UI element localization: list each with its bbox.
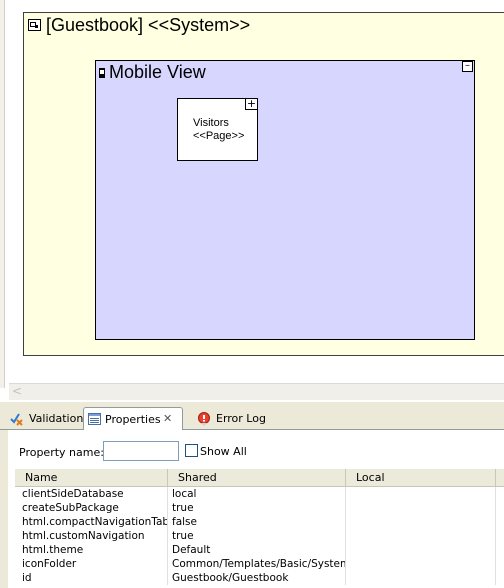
tab-properties[interactable]: Properties ✕ bbox=[83, 407, 183, 430]
property-local-cell[interactable] bbox=[346, 557, 496, 571]
property-local-cell[interactable] bbox=[346, 543, 496, 557]
column-header-shared[interactable]: Shared bbox=[168, 469, 346, 486]
property-local-cell[interactable] bbox=[346, 501, 496, 515]
column-header-name[interactable]: Name bbox=[15, 469, 168, 486]
properties-icon bbox=[88, 413, 101, 425]
property-shared-cell[interactable]: Default bbox=[168, 543, 346, 557]
property-name-cell: clientSideDatabase bbox=[15, 487, 168, 501]
mobile-device-icon bbox=[99, 68, 105, 78]
show-all-label: Show All bbox=[200, 445, 247, 458]
scroll-left-arrow-icon[interactable]: < bbox=[9, 384, 25, 400]
property-local-cell[interactable] bbox=[346, 487, 496, 501]
property-shared-cell[interactable]: true bbox=[168, 529, 346, 543]
property-name-cell: iconFolder bbox=[15, 557, 168, 571]
tab-validation[interactable]: Validation bbox=[8, 408, 84, 429]
error-log-icon bbox=[197, 412, 210, 426]
column-header-local[interactable]: Local bbox=[346, 469, 496, 486]
system-icon bbox=[28, 19, 41, 31]
table-row[interactable]: html.customNavigation true bbox=[15, 529, 504, 543]
tab-error-log-label: Error Log bbox=[216, 412, 266, 425]
property-shared-cell[interactable]: Common/Templates/Basic/System bbox=[168, 557, 346, 571]
show-all-checkbox[interactable] bbox=[185, 444, 198, 457]
tab-validation-label: Validation bbox=[29, 412, 84, 425]
property-name-cell: html.compactNavigationTabs bbox=[15, 515, 168, 529]
property-name-input[interactable] bbox=[103, 441, 179, 461]
row-filler bbox=[496, 529, 504, 543]
row-filler bbox=[496, 571, 504, 585]
table-row[interactable]: html.theme Default bbox=[15, 543, 504, 557]
row-filler bbox=[496, 515, 504, 529]
row-filler bbox=[496, 487, 504, 501]
property-shared-cell[interactable]: Guestbook/Guestbook bbox=[168, 571, 346, 585]
table-row[interactable]: iconFolder Common/Templates/Basic/System bbox=[15, 557, 504, 571]
column-header-filler bbox=[496, 469, 504, 486]
visitors-page-node[interactable]: + Visitors <<Page>> bbox=[177, 98, 258, 161]
property-name-cell: createSubPackage bbox=[15, 501, 168, 515]
property-name-label: Property name: bbox=[19, 446, 104, 459]
property-name-cell: html.theme bbox=[15, 543, 168, 557]
properties-table: Name Shared Local clientSideDatabase loc… bbox=[15, 469, 504, 588]
horizontal-scrollbar[interactable]: < bbox=[9, 383, 504, 400]
collapse-button[interactable]: – bbox=[462, 61, 473, 72]
tab-error-log[interactable]: Error Log bbox=[192, 408, 266, 429]
system-node[interactable]: [Guestbook] <<System>> Mobile View – + V… bbox=[23, 12, 504, 356]
property-shared-cell[interactable]: true bbox=[168, 501, 346, 515]
row-filler bbox=[496, 557, 504, 571]
close-icon[interactable]: ✕ bbox=[163, 412, 172, 425]
table-row[interactable]: clientSideDatabase local bbox=[15, 487, 504, 501]
tab-properties-label: Properties bbox=[105, 413, 161, 426]
property-shared-cell[interactable]: local bbox=[168, 487, 346, 501]
table-row[interactable]: createSubPackage true bbox=[15, 501, 504, 515]
diagram-editor[interactable]: [Guestbook] <<System>> Mobile View – + V… bbox=[0, 0, 504, 402]
view-title: Mobile View bbox=[109, 62, 206, 82]
property-local-cell[interactable] bbox=[346, 529, 496, 543]
page-name: Visitors bbox=[193, 117, 229, 129]
property-shared-cell[interactable]: false bbox=[168, 515, 346, 529]
properties-panel: Property name: Show All Name Shared Loca… bbox=[0, 430, 504, 588]
validation-icon bbox=[10, 412, 23, 426]
view-tab-bar: Validation Properties ✕ Error Log bbox=[0, 406, 504, 430]
property-local-cell[interactable] bbox=[346, 515, 496, 529]
page-stereotype: <<Page>> bbox=[193, 130, 245, 142]
mobile-view-node[interactable]: Mobile View – + Visitors <<Page>> bbox=[95, 60, 475, 340]
table-row[interactable]: html.compactNavigationTabs false bbox=[15, 515, 504, 529]
row-filler bbox=[496, 501, 504, 515]
property-name-cell: html.customNavigation bbox=[15, 529, 168, 543]
table-row[interactable]: id Guestbook/Guestbook bbox=[15, 571, 504, 585]
system-title: [Guestbook] <<System>> bbox=[46, 15, 251, 35]
expand-button[interactable]: + bbox=[245, 98, 257, 110]
property-name-cell: id bbox=[15, 571, 168, 585]
row-filler bbox=[496, 543, 504, 557]
property-local-cell[interactable] bbox=[346, 571, 496, 585]
editor-left-ruler bbox=[0, 0, 5, 388]
table-header: Name Shared Local bbox=[15, 469, 504, 487]
